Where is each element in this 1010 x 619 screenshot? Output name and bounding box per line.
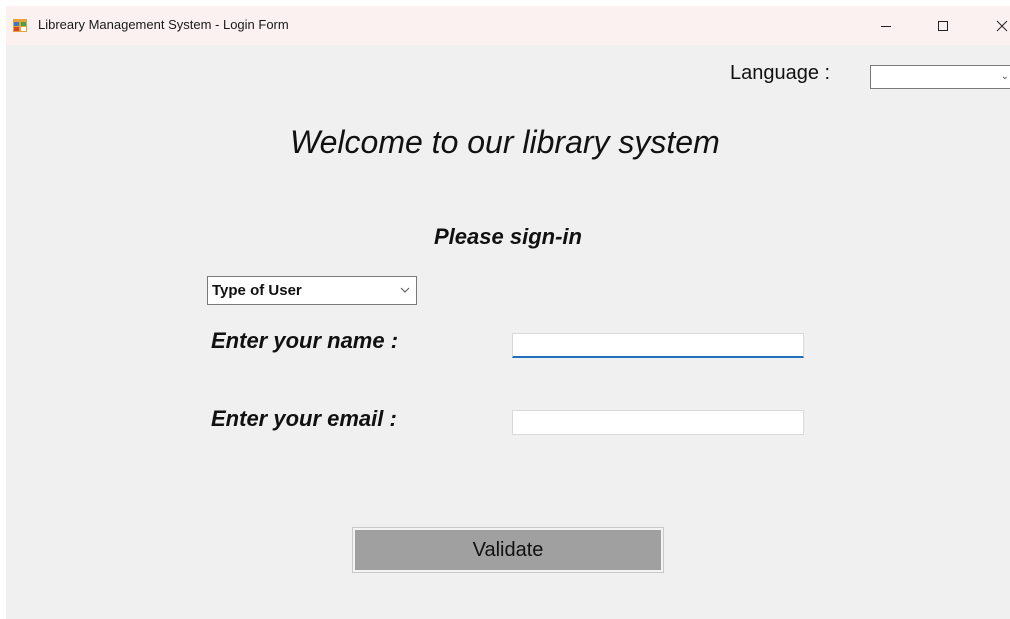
close-button[interactable] (978, 6, 1010, 45)
email-input[interactable] (512, 410, 804, 435)
chevron-down-icon: ⌄ (1000, 71, 1009, 82)
title-bar[interactable]: Libreary Management System - Login Form (6, 6, 1010, 45)
name-input[interactable] (512, 333, 804, 358)
email-label: Enter your email : (211, 406, 397, 431)
maximize-button[interactable] (920, 6, 966, 45)
windows-form-icon (13, 19, 27, 32)
minimize-button[interactable] (863, 6, 909, 45)
user-type-select[interactable]: Type of User (207, 276, 417, 305)
name-label: Enter your name : (211, 328, 399, 353)
window-title: Libreary Management System - Login Form (38, 17, 289, 32)
close-icon (996, 20, 1008, 31)
maximize-icon (938, 20, 948, 31)
validate-button[interactable]: Validate (352, 527, 664, 573)
language-select[interactable]: ⌄ (870, 65, 1010, 89)
language-label: Language : (730, 62, 831, 84)
login-window: Libreary Management System - Login Form … (6, 6, 1010, 619)
chevron-down-icon (400, 287, 410, 293)
user-type-selected-value: Type of User (212, 282, 302, 299)
signin-heading: Please sign-in (434, 224, 582, 249)
welcome-heading: Welcome to our library system (290, 124, 720, 160)
minimize-icon (881, 25, 891, 27)
